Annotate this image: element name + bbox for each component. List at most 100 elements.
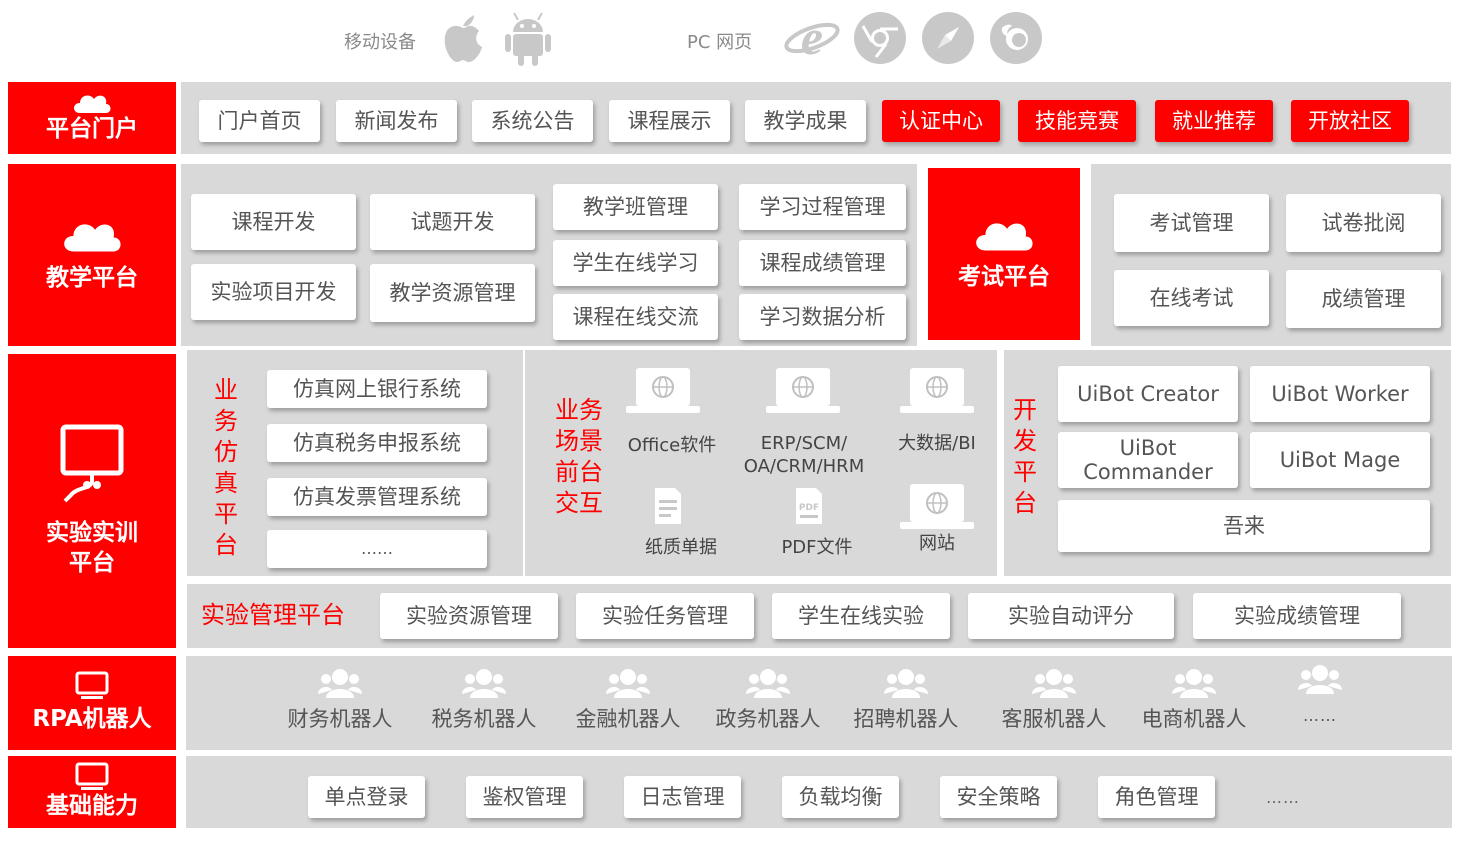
portal-item[interactable]: 系统公告	[472, 100, 593, 142]
dev-item[interactable]: 吾来	[1058, 500, 1430, 552]
lab-manage-item[interactable]: 学生在线实验	[772, 593, 950, 639]
lab-title-line2: 平台	[69, 550, 115, 576]
portal-highlight-item[interactable]: 技能竞赛	[1018, 100, 1136, 142]
base-item[interactable]: 负载均衡	[782, 776, 899, 818]
rpa-side-label: RPA机器人	[8, 656, 176, 750]
exam-side-label: 考试平台	[928, 168, 1080, 340]
apple-icon	[441, 12, 485, 68]
ie-icon: e	[784, 9, 840, 66]
rpa-item[interactable]: 税务机器人	[424, 666, 544, 732]
base-item[interactable]: 鉴权管理	[466, 776, 583, 818]
users-icon	[606, 669, 650, 698]
scene-item-bigdata: 大数据/BI	[898, 433, 976, 454]
teaching-side-label: 教学平台	[8, 164, 176, 346]
teaching-item[interactable]: 课程成绩管理	[739, 240, 906, 286]
exam-item[interactable]: 在线考试	[1114, 270, 1269, 326]
exam-title: 考试平台	[958, 264, 1050, 291]
android-icon	[505, 10, 551, 70]
portal-item[interactable]: 新闻发布	[336, 100, 457, 142]
lab-manage-item[interactable]: 实验自动评分	[968, 593, 1174, 639]
teaching-item[interactable]: 试题开发	[370, 194, 535, 250]
sim-item[interactable]: 仿真税务申报系统	[267, 424, 487, 462]
laptop-icon	[900, 482, 974, 536]
portal-highlight-item[interactable]: 开放社区	[1291, 100, 1409, 142]
teaching-item[interactable]: 教学资源管理	[370, 264, 535, 322]
teaching-item[interactable]: 课程开发	[191, 194, 356, 250]
laptop-icon	[626, 366, 700, 420]
base-title: 基础能力	[46, 793, 138, 820]
sim-item[interactable]: 仿真发票管理系统	[267, 478, 487, 516]
monitor-icon	[60, 424, 124, 503]
safari-icon	[922, 12, 974, 64]
scene-item-paper: 纸质单据	[645, 537, 717, 558]
receipt-icon	[651, 486, 685, 530]
rpa-item[interactable]: 政务机器人	[708, 666, 828, 732]
teaching-item[interactable]: 教学班管理	[553, 184, 718, 230]
exam-item[interactable]: 成绩管理	[1286, 270, 1441, 328]
scene-item-office: Office软件	[627, 435, 717, 456]
users-icon	[746, 669, 790, 698]
scene-item-web: 网站	[919, 533, 955, 554]
rpa-item[interactable]: 财务机器人	[280, 666, 400, 732]
dev-item[interactable]: UiBot Mage	[1250, 432, 1430, 488]
base-side-label: 基础能力	[8, 756, 176, 828]
portal-item[interactable]: 门户首页	[199, 100, 320, 142]
rpa-item[interactable]: ……	[1260, 662, 1380, 726]
teaching-item[interactable]: 学习过程管理	[739, 184, 906, 230]
base-item[interactable]: 角色管理	[1098, 776, 1215, 818]
base-item[interactable]: 单点登录	[308, 776, 425, 818]
dev-item[interactable]: UiBot Worker	[1250, 366, 1430, 422]
rpa-item[interactable]: 电商机器人	[1134, 666, 1254, 732]
users-icon	[884, 669, 928, 698]
portal-highlight-item[interactable]: 就业推荐	[1155, 100, 1273, 142]
sim-item[interactable]: 仿真网上银行系统	[267, 370, 487, 408]
laptop-icon	[766, 366, 840, 420]
exam-item[interactable]: 考试管理	[1114, 194, 1269, 252]
firefox-icon	[990, 12, 1042, 64]
sim-item[interactable]: ……	[267, 530, 487, 568]
cloud-icon	[976, 223, 1033, 251]
portal-item[interactable]: 课程展示	[609, 100, 730, 142]
users-icon	[1032, 669, 1076, 698]
dev-item[interactable]: UiBot Creator	[1058, 366, 1238, 422]
teaching-item[interactable]: 实验项目开发	[191, 264, 356, 320]
teaching-item[interactable]: 学习数据分析	[739, 294, 906, 340]
lab-manage-item[interactable]: 实验成绩管理	[1193, 593, 1401, 639]
users-icon	[1298, 665, 1342, 694]
exam-item[interactable]: 试卷批阅	[1286, 194, 1441, 252]
lab-title-line1: 实验实训	[46, 520, 138, 547]
sim-label: 业务仿 真平台	[214, 376, 238, 559]
lab-manage-item[interactable]: 实验资源管理	[380, 593, 558, 639]
cloud-icon	[74, 95, 111, 114]
users-icon	[318, 669, 362, 698]
dev-item[interactable]: UiBot Commander	[1058, 432, 1238, 488]
teaching-title: 教学平台	[46, 265, 138, 292]
rpa-item[interactable]: 招聘机器人	[846, 666, 966, 732]
chrome-icon	[854, 12, 906, 64]
rpa-item[interactable]: 金融机器人	[568, 666, 688, 732]
users-icon	[462, 669, 506, 698]
users-icon	[1172, 669, 1216, 698]
portal-item[interactable]: 教学成果	[745, 100, 866, 142]
base-item[interactable]: 日志管理	[624, 776, 741, 818]
portal-title: 平台门户	[46, 116, 138, 143]
portal-side-label: 平台门户	[8, 82, 176, 154]
teaching-item[interactable]: 课程在线交流	[553, 294, 718, 340]
lab-side-label: 实验实训 平台	[8, 354, 176, 648]
svg-text:PDF: PDF	[799, 503, 819, 513]
scene-label: 业务 场景 前台 交互	[555, 396, 603, 517]
teaching-item[interactable]: 学生在线学习	[553, 240, 718, 286]
pdf-icon: PDF	[792, 486, 826, 530]
rpa-item[interactable]: 客服机器人	[994, 666, 1114, 732]
dev-label: 开发 平台	[1013, 396, 1037, 517]
scene-item-pdf: PDF文件	[781, 537, 853, 558]
cloud-icon	[64, 224, 121, 252]
mobile-label: 移动设备	[344, 32, 416, 53]
laptop-icon	[900, 366, 974, 420]
base-item[interactable]: 安全策略	[940, 776, 1057, 818]
svg-text:e: e	[801, 10, 823, 62]
lab-manage-item[interactable]: 实验任务管理	[576, 593, 754, 639]
portal-highlight-item[interactable]: 认证中心	[882, 100, 1000, 142]
scene-item-erp: ERP/SCM/OA/CRM/HRM	[743, 433, 865, 477]
rpa-title: RPA机器人	[32, 706, 152, 733]
